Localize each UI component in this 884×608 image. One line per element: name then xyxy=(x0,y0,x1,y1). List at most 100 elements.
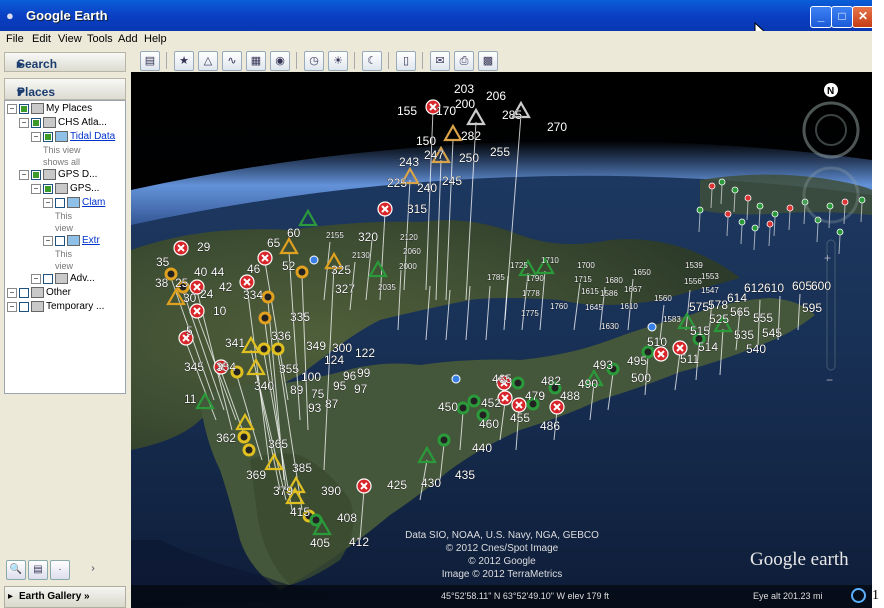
placemark-label[interactable]: 555 xyxy=(753,311,774,326)
tree-item-label[interactable]: Tidal Data xyxy=(70,131,115,142)
placemark-label[interactable]: 1547 xyxy=(701,286,720,295)
placemark-label[interactable]: 488 xyxy=(560,389,581,404)
placemark-label[interactable]: 320 xyxy=(358,230,379,245)
placemark-label[interactable]: 200 xyxy=(455,97,476,112)
placemark-label[interactable]: 250 xyxy=(459,151,480,166)
placemark-label[interactable]: 2130 xyxy=(352,251,371,260)
tree-item[interactable]: − Clam xyxy=(43,197,105,210)
placemark-label[interactable]: 38 xyxy=(155,276,169,291)
scroll-left-icon[interactable]: · xyxy=(50,560,70,580)
placemark-label[interactable]: 1645 xyxy=(585,303,604,312)
placemark-label[interactable]: 150 xyxy=(416,134,437,149)
distant-marker[interactable] xyxy=(708,182,716,190)
placemark-label[interactable]: 479 xyxy=(525,389,546,404)
placemark-label[interactable]: 243 xyxy=(399,155,420,170)
distant-marker[interactable] xyxy=(744,194,752,202)
switch-planet-button[interactable]: ☾ xyxy=(362,51,382,71)
search-icon[interactable]: 🔍 xyxy=(6,560,26,580)
red-x-marker-icon[interactable] xyxy=(356,478,372,494)
expand-toggle-icon[interactable]: − xyxy=(7,301,17,312)
placemark-label[interactable]: 465 xyxy=(492,372,513,387)
distant-marker[interactable] xyxy=(771,210,779,218)
placemark-label[interactable]: 1680 xyxy=(605,276,624,285)
placemark-label[interactable]: 425 xyxy=(387,478,408,493)
placemark-label[interactable]: 2035 xyxy=(378,283,397,292)
distant-marker[interactable] xyxy=(836,228,844,236)
checkbox[interactable] xyxy=(19,301,29,312)
placemark-label[interactable]: 435 xyxy=(455,468,476,483)
placemark-label[interactable]: 335 xyxy=(290,310,311,325)
menu-add[interactable]: Add xyxy=(118,33,138,45)
placemark-label[interactable]: 1630 xyxy=(601,322,620,331)
placemark-label[interactable]: 65 xyxy=(267,236,281,251)
panel-toggle-icon[interactable]: ▤ xyxy=(28,560,48,580)
placemark-label[interactable]: 42 xyxy=(219,280,233,295)
ruler-button[interactable]: ▯ xyxy=(396,51,416,71)
distant-marker[interactable] xyxy=(766,220,774,228)
placemark-label[interactable]: 495 xyxy=(627,354,648,369)
placemark-label[interactable]: 255 xyxy=(490,145,511,160)
placemark-label[interactable]: 40 xyxy=(194,265,208,280)
placemark-label[interactable]: 1700 xyxy=(577,261,596,270)
tree-item[interactable]: − GPS... xyxy=(31,183,99,196)
placemark-label[interactable]: 29 xyxy=(197,240,211,255)
expand-toggle-icon[interactable]: − xyxy=(31,131,41,142)
menu-edit[interactable]: Edit xyxy=(32,33,51,45)
placemark-label[interactable]: 270 xyxy=(547,120,568,135)
placemark-label[interactable]: 600 xyxy=(811,279,832,294)
placemark-label[interactable]: 540 xyxy=(746,342,767,357)
placemark-label[interactable]: 124 xyxy=(324,353,345,368)
placemark-label[interactable]: 355 xyxy=(279,362,300,377)
placemark-label[interactable]: 482 xyxy=(541,374,562,389)
tree-item[interactable]: − Adv... xyxy=(31,273,95,286)
placemark-label[interactable]: 1667 xyxy=(624,285,643,294)
checkbox[interactable] xyxy=(31,117,41,128)
placemark-label[interactable]: 10 xyxy=(213,304,227,319)
checkbox[interactable] xyxy=(43,183,53,194)
placemark-label[interactable]: 1725 xyxy=(510,261,529,270)
distant-marker[interactable] xyxy=(718,178,726,186)
placemark-label[interactable]: 1715 xyxy=(574,275,593,284)
red-x-marker-icon[interactable] xyxy=(239,274,255,290)
placemark-label[interactable]: 390 xyxy=(321,484,342,499)
placemark-label[interactable]: 315 xyxy=(407,202,428,217)
placemark-label[interactable]: 605 xyxy=(792,279,813,294)
view-in-maps-button[interactable]: ▩ xyxy=(478,51,498,71)
menu-view[interactable]: View xyxy=(58,33,82,45)
placemark-label[interactable]: 385 xyxy=(292,461,313,476)
record-tour-button[interactable]: ◉ xyxy=(270,51,290,71)
placemark-label[interactable]: 60 xyxy=(287,226,301,241)
checkbox[interactable] xyxy=(31,169,41,180)
checkbox[interactable] xyxy=(43,273,53,284)
tree-item[interactable]: − GPS D... xyxy=(19,169,97,182)
placemark-label[interactable]: 96 xyxy=(343,369,357,384)
placemark-label[interactable]: 493 xyxy=(593,358,614,373)
placemark-label[interactable]: 1553 xyxy=(701,272,720,281)
placemark-label[interactable]: 122 xyxy=(355,346,376,361)
distant-marker[interactable] xyxy=(738,218,746,226)
distant-marker[interactable] xyxy=(751,224,759,232)
tree-item[interactable]: − Other xyxy=(7,287,71,300)
placemark-label[interactable]: 46 xyxy=(247,262,261,277)
placemark-label[interactable]: 336 xyxy=(271,329,292,344)
placemark-label[interactable]: 515 xyxy=(690,324,711,339)
placemark-label[interactable]: 1556 xyxy=(684,277,703,286)
ring-marker-icon[interactable] xyxy=(456,401,470,415)
placemark-label[interactable]: 24 xyxy=(200,287,214,302)
placemark-label[interactable]: 340 xyxy=(254,379,275,394)
expand-toggle-icon[interactable]: − xyxy=(43,235,53,246)
placemark-label[interactable]: 510 xyxy=(647,335,668,350)
zoom-in-icon[interactable]: + xyxy=(824,251,831,265)
placemark-label[interactable]: 345 xyxy=(184,360,205,375)
distant-marker[interactable] xyxy=(841,198,849,206)
placemark-label[interactable]: 379 xyxy=(273,484,294,499)
search-panel-header[interactable]: ▸ Search xyxy=(4,52,126,72)
distant-marker[interactable] xyxy=(858,196,866,204)
placemark-label[interactable]: 412 xyxy=(349,535,370,550)
menu-file[interactable]: File xyxy=(6,33,24,45)
placemark-label[interactable]: 25 xyxy=(175,276,189,291)
placemark-label[interactable]: 365 xyxy=(268,437,289,452)
distant-marker[interactable] xyxy=(786,204,794,212)
places-panel-header[interactable]: ▾ Places xyxy=(4,78,126,100)
placemark-label[interactable]: 511 xyxy=(680,352,700,367)
